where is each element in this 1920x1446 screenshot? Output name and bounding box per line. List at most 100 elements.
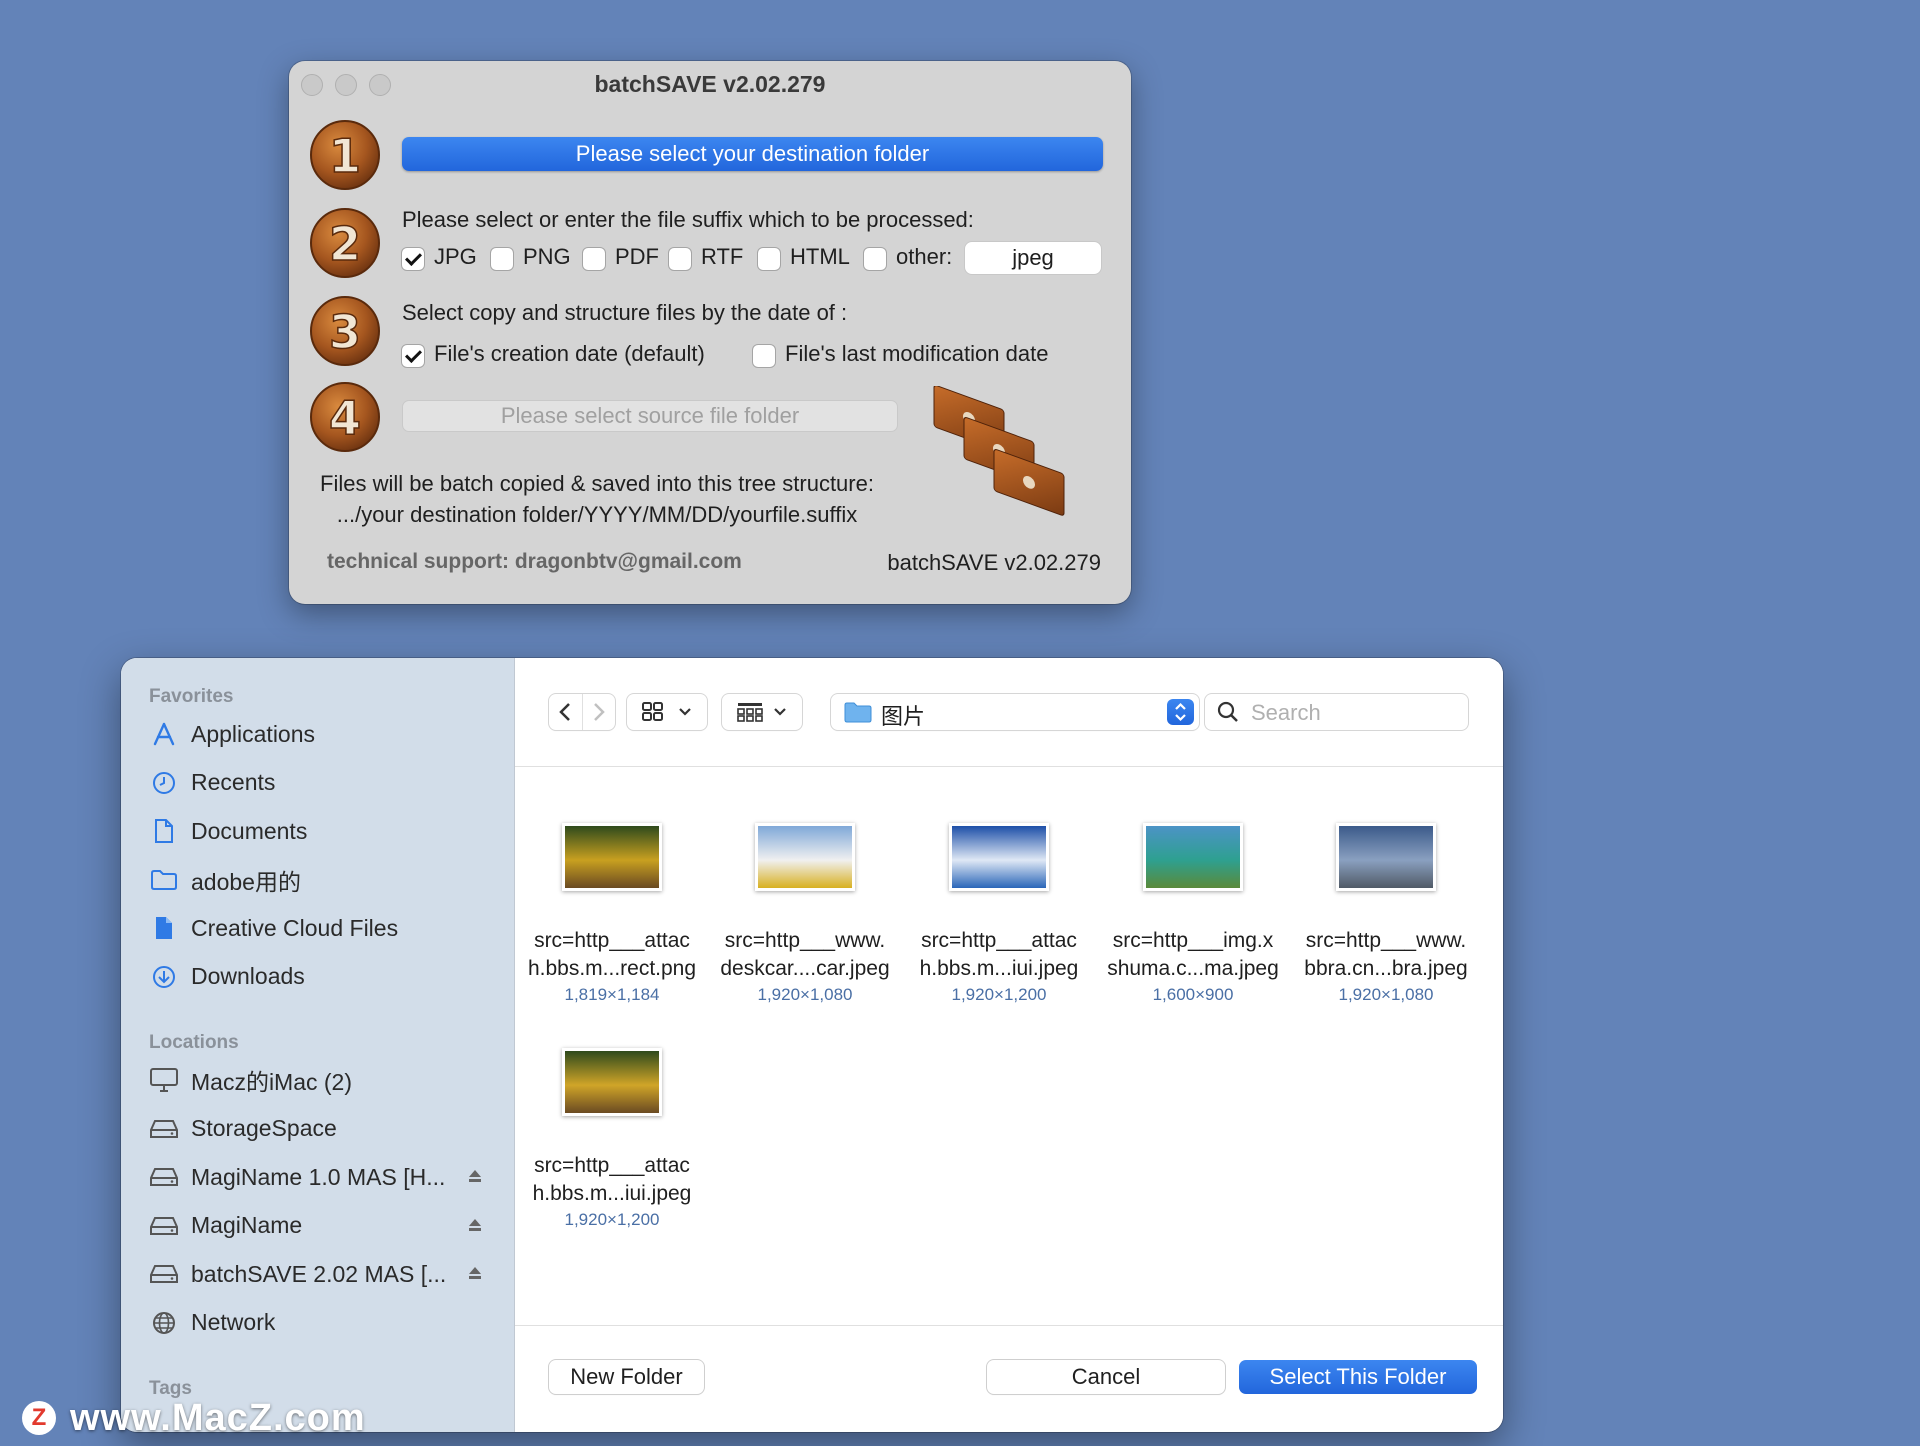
tree-structure-text: Files will be batch copied & saved into … <box>317 468 877 530</box>
file-name-line: src=http___attac <box>921 929 1077 952</box>
sidebar-item-maginame[interactable]: MagiName <box>149 1208 489 1244</box>
group-by-button[interactable] <box>722 694 802 730</box>
eject-icon[interactable] <box>467 1217 483 1233</box>
eject-icon[interactable] <box>467 1265 483 1281</box>
step-2-badge: 2 <box>309 207 381 279</box>
drive-icon <box>149 1261 179 1287</box>
suffix-checkbox[interactable] <box>669 248 691 270</box>
step-4-badge: 4 <box>309 381 381 453</box>
file-name-line: h.bbs.m...iui.jpeg <box>919 957 1079 980</box>
applications-icon <box>149 721 179 747</box>
image-thumbnail <box>562 1048 662 1116</box>
file-item[interactable]: src=http___attac h.bbs.m...iui.jpeg 1,920×… <box>906 823 1092 1005</box>
watermark: Z www.MacZ.com <box>22 1397 366 1439</box>
step-1-number: 1 <box>329 129 361 183</box>
file-item[interactable]: src=http___www. bbra.cn...bra.jpeg 1,920×1… <box>1293 823 1479 1005</box>
globe-icon <box>149 1310 179 1336</box>
suffix-checkbox[interactable] <box>583 248 605 270</box>
folder-icon <box>149 867 179 893</box>
step-1-badge: 1 <box>309 119 381 191</box>
file-item[interactable]: src=http___www. deskcar....car.jpeg 1,920×… <box>712 823 898 1005</box>
file-dimensions: 1,920×1,080 <box>1338 985 1434 1004</box>
file-name-line: deskcar....car.jpeg <box>720 957 890 980</box>
sidebar-item-label: Macz的iMac (2) <box>191 1069 353 1095</box>
updown-chevron-icon <box>1175 702 1186 722</box>
select-source-button[interactable]: Please select source file folder <box>402 400 898 432</box>
suffix-checkbox-label: PNG <box>523 244 571 269</box>
stacked-cards-icon <box>933 386 1065 516</box>
suffix-checkbox-label: PDF <box>615 244 659 269</box>
sidebar-item-downloads[interactable]: Downloads <box>149 959 489 995</box>
step-4-number: 4 <box>329 391 361 445</box>
suffix-checkbox-label: other: <box>896 244 953 269</box>
file-item[interactable]: src=http___img.x shuma.c...ma.jpeg 1,600×9… <box>1100 823 1286 1005</box>
favorites-heading: Favorites <box>149 686 234 707</box>
sidebar-item-documents[interactable]: Documents <box>149 813 489 849</box>
download-icon <box>149 964 179 990</box>
suffix-checkbox[interactable] <box>491 248 513 270</box>
file-name: src=http___img.x shuma.c...ma.jpeg <box>1100 927 1286 983</box>
file-name-line: src=http___www. <box>724 929 886 952</box>
sidebar-item-storagespace[interactable]: StorageSpace <box>149 1111 489 1147</box>
step-2-number: 2 <box>329 217 361 271</box>
file-name-line: src=http___img.x <box>1112 929 1274 952</box>
sidebar-item-batchsave-2-02-mas[interactable]: batchSAVE 2.02 MAS [... <box>149 1256 489 1292</box>
sidebar-item-network[interactable]: Network <box>149 1305 489 1341</box>
file-name-line: h.bbs.m...rect.png <box>527 957 697 980</box>
cancel-button[interactable]: Cancel <box>987 1360 1225 1394</box>
file-item[interactable]: src=http___attac h.bbs.m...iui.jpeg 1,920×… <box>519 1048 705 1230</box>
suffix-checkbox-label: HTML <box>790 244 850 269</box>
sidebar-item-label: Documents <box>191 817 308 844</box>
image-thumbnail <box>1336 823 1436 891</box>
select-this-folder-button[interactable]: Select This Folder <box>1239 1360 1477 1394</box>
drive-icon <box>149 1213 179 1239</box>
image-thumbnail <box>949 823 1049 891</box>
file-name-line: h.bbs.m...iui.jpeg <box>532 1182 692 1205</box>
sidebar-item-macz-imac-2[interactable]: Macz的iMac (2) <box>149 1062 489 1098</box>
forward-button[interactable] <box>583 694 616 730</box>
group-icon <box>737 703 763 722</box>
select-destination-button[interactable]: Please select your destination folder <box>402 137 1103 171</box>
view-mode-button[interactable] <box>627 694 707 730</box>
image-thumbnail <box>755 823 855 891</box>
suffix-checkbox[interactable] <box>758 248 780 270</box>
search-input[interactable] <box>1249 697 1463 729</box>
back-button[interactable] <box>549 694 583 730</box>
location-popup[interactable]: 图片 <box>831 694 1199 730</box>
sidebar-item-label: Creative Cloud Files <box>191 914 399 941</box>
sidebar-item-creative-cloud-files[interactable]: Creative Cloud Files <box>149 910 489 946</box>
location-stepper[interactable] <box>1167 699 1194 725</box>
sidebar-item-label: batchSAVE 2.02 MAS [... <box>191 1260 447 1287</box>
sidebar-item-maginame-1-0-mas-h[interactable]: MagiName 1.0 MAS [H... <box>149 1159 489 1195</box>
drive-icon <box>149 1116 179 1142</box>
sidebar-item-label: Network <box>191 1309 276 1335</box>
file-name-line: shuma.c...ma.jpeg <box>1107 957 1279 980</box>
suffix-prompt: Please select or enter the file suffix w… <box>402 207 974 232</box>
file-dimensions: 1,819×1,184 <box>564 985 660 1004</box>
sidebar-item-recents[interactable]: Recents <box>149 765 489 801</box>
chevron-right-icon <box>593 703 605 721</box>
suffix-checkbox[interactable] <box>864 248 886 270</box>
back-forward-group <box>549 694 615 730</box>
file-item[interactable]: src=http___attac h.bbs.m...rect.png 1,819×… <box>519 823 705 1005</box>
batchsave-window: batchSAVE v2.02.279 1 2 3 4 Please selec… <box>289 61 1131 604</box>
sidebar-item-label: Downloads <box>191 963 305 989</box>
chevron-down-icon <box>679 708 691 716</box>
sidebar-item-applications[interactable]: Applications <box>149 716 489 752</box>
locations-heading: Locations <box>149 1032 239 1053</box>
other-suffix-input[interactable]: jpeg <box>964 241 1102 275</box>
sidebar-item-label: Recents <box>191 769 276 795</box>
date-checkbox[interactable] <box>402 345 424 367</box>
suffix-checkbox[interactable] <box>402 248 424 270</box>
dialog-toolbar: 图片 <box>515 658 1503 767</box>
step-3-number: 3 <box>329 305 361 359</box>
file-dimensions: 1,920×1,080 <box>757 985 853 1004</box>
sidebar-item-label: adobe用的 <box>191 868 301 895</box>
imac-icon <box>149 1067 179 1093</box>
new-folder-button[interactable]: New Folder <box>549 1360 704 1394</box>
date-checkbox[interactable] <box>753 345 775 367</box>
sidebar-item-adobe[interactable]: adobe用的 <box>149 862 489 898</box>
drive-icon <box>149 1164 179 1190</box>
eject-icon[interactable] <box>467 1168 483 1184</box>
image-thumbnail <box>1143 823 1243 891</box>
